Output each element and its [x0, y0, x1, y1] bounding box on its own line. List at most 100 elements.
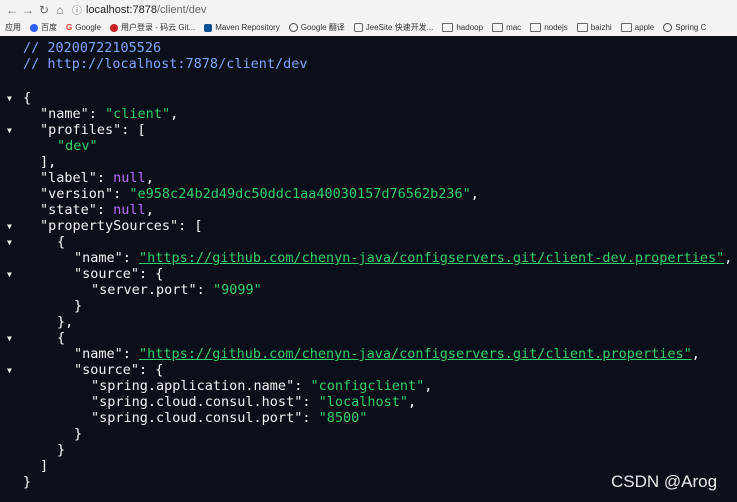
bookmark-mac[interactable]: mac — [492, 23, 521, 32]
field-state: "state": null, — [40, 202, 154, 218]
jeesite-icon — [353, 23, 363, 32]
source-1-value-1: "configclient" — [310, 378, 425, 394]
source-1-key-2: "spring.cloud.consul.host" — [91, 394, 303, 410]
bookmark-jeesite[interactable]: JeeSite 快速开发... — [353, 22, 434, 33]
name-value: "client" — [105, 106, 171, 122]
source-0-open: { — [57, 234, 66, 250]
source-1-close: } — [57, 442, 66, 458]
folder-icon — [530, 23, 542, 32]
source-1-source-close: } — [74, 426, 83, 442]
reload-icon[interactable]: ↻ — [36, 2, 52, 18]
collapse-root-icon[interactable]: ▼ — [7, 91, 15, 107]
bookmark-label: JeeSite 快速开发... — [365, 23, 434, 32]
back-icon[interactable]: ← — [4, 2, 20, 18]
profiles-close: ], — [40, 154, 57, 170]
field-profiles: "profiles": [ — [40, 122, 146, 138]
source-1-entry-1: "spring.application.name": "configclient… — [91, 378, 433, 394]
bookmark-label: Spring C — [675, 23, 707, 32]
source-0-name-link[interactable]: "https://github.com/chenyn-java/configse… — [139, 250, 724, 266]
bookmark-baidu[interactable]: 百度 — [30, 22, 57, 33]
forward-icon[interactable]: → — [20, 2, 36, 18]
bookmark-apple[interactable]: apple — [620, 23, 655, 32]
bookmark-maven[interactable]: Maven Repository — [204, 23, 280, 32]
collapse-source-1-icon[interactable]: ▼ — [7, 331, 15, 347]
url-host: localhost:7878 — [86, 3, 157, 16]
google-icon: G — [66, 23, 73, 32]
root-close: } — [23, 474, 32, 490]
collapse-profiles-icon[interactable]: ▼ — [7, 123, 15, 139]
bookmark-label: Google — [75, 23, 102, 32]
source-1-value-2: "localhost" — [318, 394, 408, 410]
bookmark-label: Google 翻译 — [300, 23, 345, 32]
spring-icon — [663, 23, 673, 32]
source-1-open: { — [57, 330, 66, 346]
source-1-key-3: "spring.cloud.consul.port" — [91, 410, 303, 426]
bookmark-label: 用户登录 - 码云 Git... — [121, 23, 196, 32]
json-viewer: // 20200722105526 // http://localhost:78… — [0, 36, 737, 502]
field-label: "label": null, — [40, 170, 154, 186]
source-1-name-link[interactable]: "https://github.com/chenyn-java/configse… — [139, 346, 692, 362]
bookmark-label: 百度 — [41, 23, 57, 32]
source-1-source: "source": { — [74, 362, 164, 378]
field-version: "version": "e958c24b2d49dc50ddc1aa400301… — [40, 186, 479, 202]
bookmark-hadoop[interactable]: hadoop — [442, 23, 483, 32]
folder-icon — [576, 23, 588, 32]
source-0-name: "name": "https://github.com/chenyn-java/… — [74, 250, 733, 266]
watermark: CSDN @Arog — [611, 472, 718, 491]
navigation-bar: ← → ↻ ⌂ ⓘ localhost:7878/client/dev — [0, 0, 737, 19]
source-1-value-3: "8500" — [318, 410, 368, 426]
version-value: "e958c24b2d49dc50ddc1aa40030157d76562b23… — [129, 186, 471, 202]
baidu-icon — [30, 23, 38, 32]
comment-url: // http://localhost:7878/client/dev — [23, 56, 308, 72]
state-value: null — [113, 202, 146, 218]
collapse-source-0-icon[interactable]: ▼ — [7, 235, 15, 251]
source-1-entry-3: "spring.cloud.consul.port": "8500" — [91, 410, 368, 426]
bookmark-label: hadoop — [456, 23, 484, 32]
source-1-entry-2: "spring.cloud.consul.host": "localhost", — [91, 394, 417, 410]
url-text[interactable]: localhost:7878/client/dev — [86, 4, 206, 16]
address-bar[interactable]: ⓘ localhost:7878/client/dev — [72, 2, 206, 18]
gitee-icon — [110, 23, 119, 32]
label-value: null — [113, 170, 146, 186]
bookmark-baizhi[interactable]: baizhi — [576, 23, 612, 32]
folder-icon — [620, 23, 632, 32]
collapse-source-1-source-icon[interactable]: ▼ — [7, 363, 15, 379]
bookmark-google[interactable]: G Google — [66, 23, 101, 32]
maven-icon — [204, 23, 213, 32]
bookmark-label: 应用 — [5, 23, 21, 32]
bookmark-gitee[interactable]: 用户登录 - 码云 Git... — [110, 22, 195, 33]
bookmark-apps[interactable]: 应用 — [5, 22, 21, 33]
bookmark-translate[interactable]: Google 翻译 — [288, 22, 345, 33]
property-sources-close: ] — [40, 458, 49, 474]
source-0-source-close: } — [74, 298, 83, 314]
profiles-item-0: "dev" — [57, 138, 98, 154]
url-path: /client/dev — [156, 3, 207, 16]
translate-icon — [288, 23, 298, 32]
bookmark-label: Maven Repository — [215, 23, 280, 32]
folder-icon — [442, 23, 454, 32]
source-0-source: "source": { — [74, 266, 164, 282]
bookmark-label: apple — [634, 23, 655, 32]
collapse-source-0-source-icon[interactable]: ▼ — [7, 267, 15, 283]
collapse-property-sources-icon[interactable]: ▼ — [7, 219, 15, 235]
source-1-name: "name": "https://github.com/chenyn-java/… — [74, 346, 700, 362]
source-0-entry: "server.port": "9099" — [91, 282, 262, 298]
root-open: { — [23, 90, 32, 106]
bookmark-label: baizhi — [590, 23, 612, 32]
info-icon: ⓘ — [72, 6, 82, 17]
field-name: "name": "client", — [40, 106, 179, 122]
bookmark-spring[interactable]: Spring C — [663, 23, 706, 32]
browser-chrome: ← → ↻ ⌂ ⓘ localhost:7878/client/dev 应用 百… — [0, 0, 737, 37]
source-0-value: "9099" — [212, 282, 262, 298]
bookmark-label: mac — [506, 23, 522, 32]
home-icon[interactable]: ⌂ — [52, 2, 68, 18]
bookmarks-bar: 应用 百度 G Google 用户登录 - 码云 Git... Maven Rep… — [0, 19, 737, 36]
source-0-close: }, — [57, 314, 74, 330]
bookmark-nodejs[interactable]: nodejs — [530, 23, 568, 32]
folder-icon — [492, 23, 504, 32]
bookmark-label: nodejs — [544, 23, 568, 32]
source-1-key-1: "spring.application.name" — [91, 378, 295, 394]
source-0-key: "server.port" — [91, 282, 197, 298]
field-property-sources: "propertySources": [ — [40, 218, 203, 234]
comment-timestamp: // 20200722105526 — [23, 40, 162, 56]
